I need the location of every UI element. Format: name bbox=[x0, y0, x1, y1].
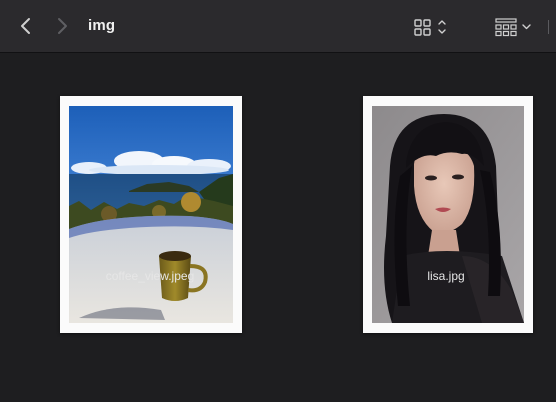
back-button[interactable] bbox=[14, 14, 38, 38]
file-name[interactable]: coffee_view.jpeg bbox=[100, 269, 200, 283]
portrait-photo bbox=[372, 106, 524, 323]
file-thumbnail[interactable] bbox=[363, 96, 533, 333]
chevron-left-icon bbox=[21, 18, 30, 34]
file-item-lisa[interactable] bbox=[363, 96, 533, 333]
view-mode-button[interactable] bbox=[410, 15, 450, 39]
chevron-right-icon bbox=[58, 18, 67, 34]
coffee-view-photo bbox=[69, 106, 233, 323]
file-item-coffee-view[interactable] bbox=[60, 96, 242, 333]
file-thumbnail[interactable] bbox=[60, 96, 242, 333]
group-by-icon bbox=[495, 18, 531, 37]
finder-toolbar: img bbox=[0, 0, 556, 53]
toolbar-edge-divider bbox=[548, 20, 556, 34]
grid-view-icon bbox=[414, 19, 446, 36]
group-by-button[interactable] bbox=[492, 15, 534, 39]
file-name[interactable]: lisa.jpg bbox=[411, 269, 481, 283]
folder-title: img bbox=[88, 17, 116, 34]
forward-button[interactable] bbox=[50, 14, 74, 38]
